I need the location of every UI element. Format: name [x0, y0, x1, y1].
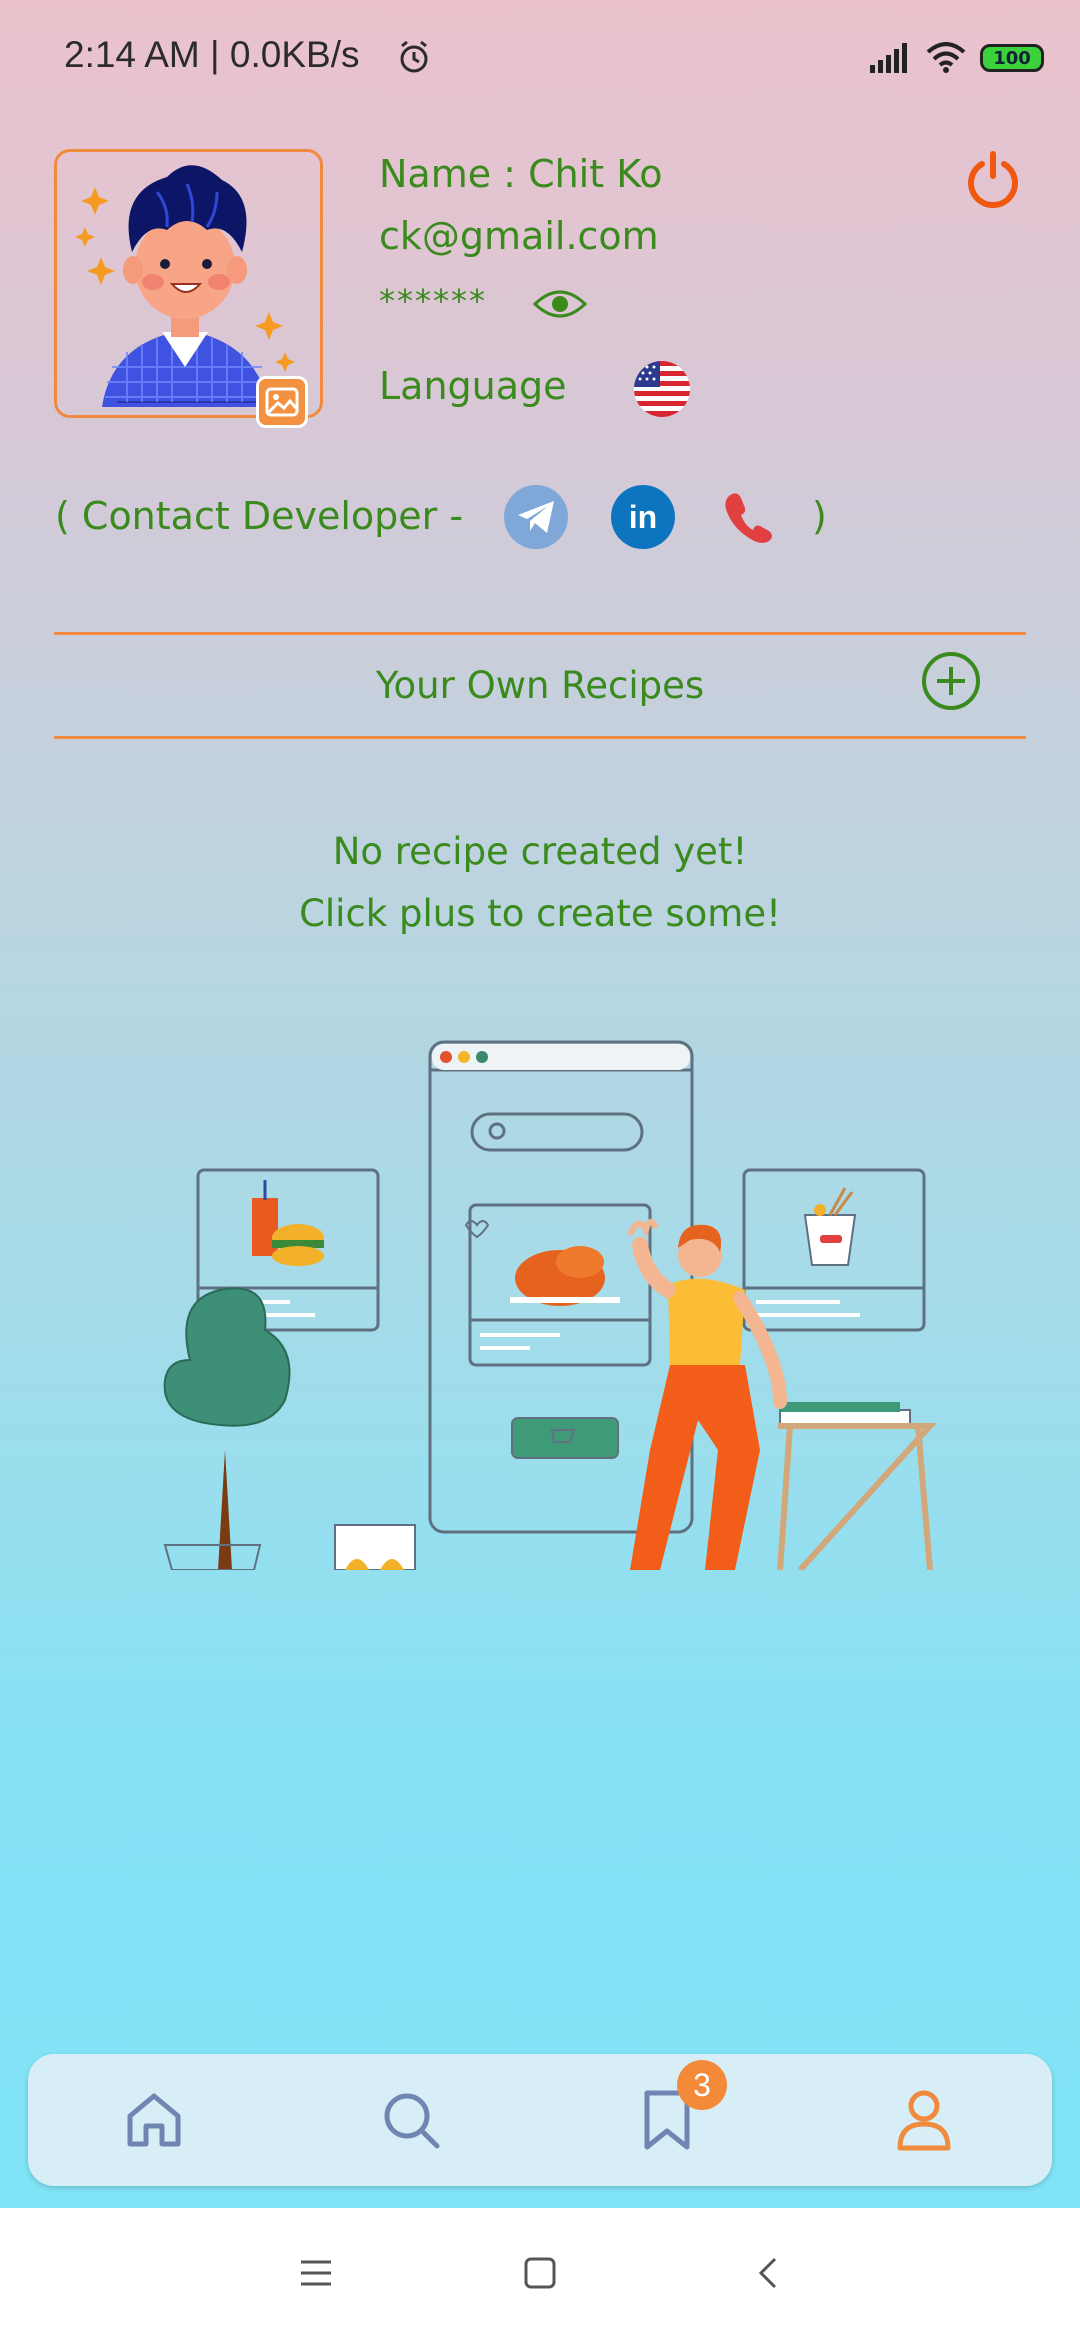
show-password-icon[interactable] [532, 286, 588, 322]
back-icon[interactable] [743, 2248, 793, 2298]
linkedin-icon[interactable]: in [611, 485, 675, 549]
search-icon[interactable] [375, 2084, 447, 2156]
section-title: Your Own Recipes [375, 664, 705, 707]
profile-name: Name : Chit Ko [379, 152, 663, 196]
profile-email: ck@gmail.com [379, 214, 659, 258]
menu-icon[interactable] [291, 2248, 341, 2298]
home-icon[interactable] [118, 2084, 190, 2156]
status-time: 2:14 AM | 0.0KB/s [64, 34, 360, 75]
language-label: Language [379, 364, 567, 408]
wifi-icon [926, 42, 966, 73]
section-divider-top [54, 632, 1026, 635]
empty-state-hint: Click plus to create some! [299, 892, 781, 935]
us-flag-icon[interactable] [634, 361, 690, 417]
battery-indicator: 100 [980, 44, 1044, 72]
phone-icon[interactable] [716, 485, 780, 549]
system-navigation-bar [0, 2208, 1080, 2340]
empty-state-message: No recipe created yet! [332, 830, 748, 873]
signal-icon [870, 43, 907, 73]
power-icon[interactable] [964, 150, 1022, 208]
bookmark-count-badge: 3 [677, 2060, 727, 2110]
alarm-icon [400, 40, 428, 73]
status-bar: 2:14 AM | 0.0KB/s 100 [0, 0, 1080, 115]
contact-developer-close: ) [812, 494, 827, 538]
telegram-icon[interactable] [504, 485, 568, 549]
bottom-navigation [28, 2054, 1052, 2186]
profile-icon[interactable] [888, 2084, 960, 2156]
section-divider-bottom [54, 736, 1026, 739]
empty-state-illustration [163, 1040, 937, 1570]
add-recipe-icon[interactable] [920, 650, 982, 712]
contact-developer-label: ( Contact Developer - [55, 494, 464, 538]
profile-password: ****** [379, 282, 487, 320]
change-photo-icon[interactable] [256, 376, 308, 428]
home-square-icon[interactable] [515, 2248, 565, 2298]
